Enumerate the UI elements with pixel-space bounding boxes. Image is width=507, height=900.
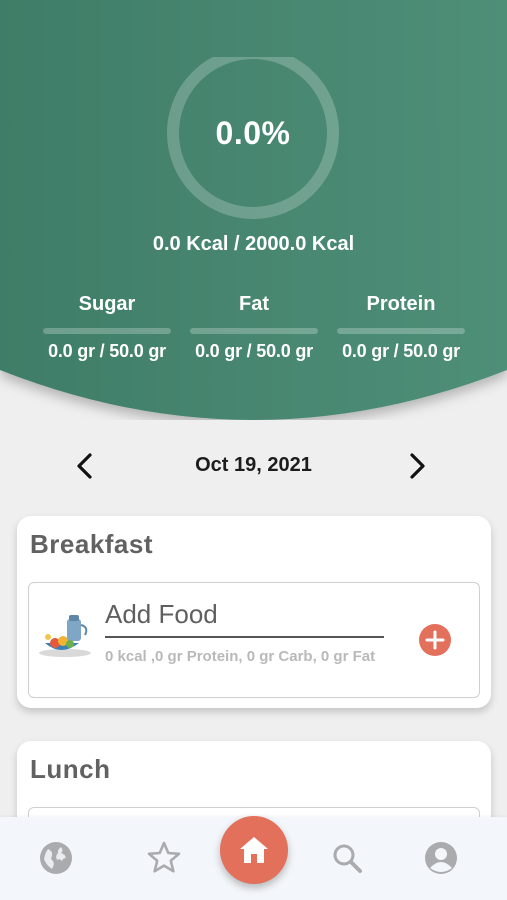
star-icon[interactable] xyxy=(145,839,183,877)
macro-protein: Protein 0.0 gr / 50.0 gr xyxy=(326,293,476,362)
globe-icon[interactable] xyxy=(37,839,75,877)
calorie-percent: 0.0% xyxy=(215,115,291,151)
meal-title: Lunch xyxy=(30,754,111,784)
macro-progress-bar xyxy=(43,328,171,334)
summary-header: 0.0% 0.0 Kcal / 2000.0 Kcal Sugar 0.0 gr… xyxy=(0,0,507,420)
macro-label: Sugar xyxy=(78,293,136,315)
add-circle-icon[interactable] xyxy=(418,623,452,657)
add-food-underline xyxy=(105,636,384,638)
macro-value: 0.0 gr / 50.0 gr xyxy=(342,341,460,361)
add-food-entry[interactable]: Add Food 0 kcal ,0 gr Protein, 0 gr Carb… xyxy=(28,582,480,698)
add-food-label: Add Food xyxy=(105,599,218,629)
calorie-progress-ring: 0.0% xyxy=(165,47,341,227)
macro-value: 0.0 gr / 50.0 gr xyxy=(48,341,166,361)
macro-progress-bar xyxy=(190,328,318,334)
meal-card-breakfast: Breakfast Add Food 0 kcal ,0 gr Protein,… xyxy=(17,516,491,708)
profile-icon[interactable] xyxy=(422,839,460,877)
home-button[interactable] xyxy=(220,816,288,884)
chevron-right-icon[interactable] xyxy=(402,450,432,482)
search-icon[interactable] xyxy=(328,839,366,877)
meal-nutrition-summary: 0 kcal ,0 gr Protein, 0 gr Carb, 0 gr Fa… xyxy=(105,648,376,665)
macro-sugar: Sugar 0.0 gr / 50.0 gr xyxy=(32,293,182,362)
home-icon xyxy=(240,837,268,863)
macro-label: Protein xyxy=(366,293,436,315)
macro-progress-bar xyxy=(337,328,465,334)
calorie-total: 0.0 Kcal / 2000.0 Kcal xyxy=(152,233,355,255)
macro-fat: Fat 0.0 gr / 50.0 gr xyxy=(179,293,329,362)
macro-label: Fat xyxy=(239,293,269,315)
macro-value: 0.0 gr / 50.0 gr xyxy=(195,341,313,361)
date-navigator: Oct 19, 2021 xyxy=(0,448,507,484)
chevron-left-icon[interactable] xyxy=(70,450,100,482)
meal-title: Breakfast xyxy=(30,529,154,559)
breakfast-food-icon xyxy=(39,613,95,664)
